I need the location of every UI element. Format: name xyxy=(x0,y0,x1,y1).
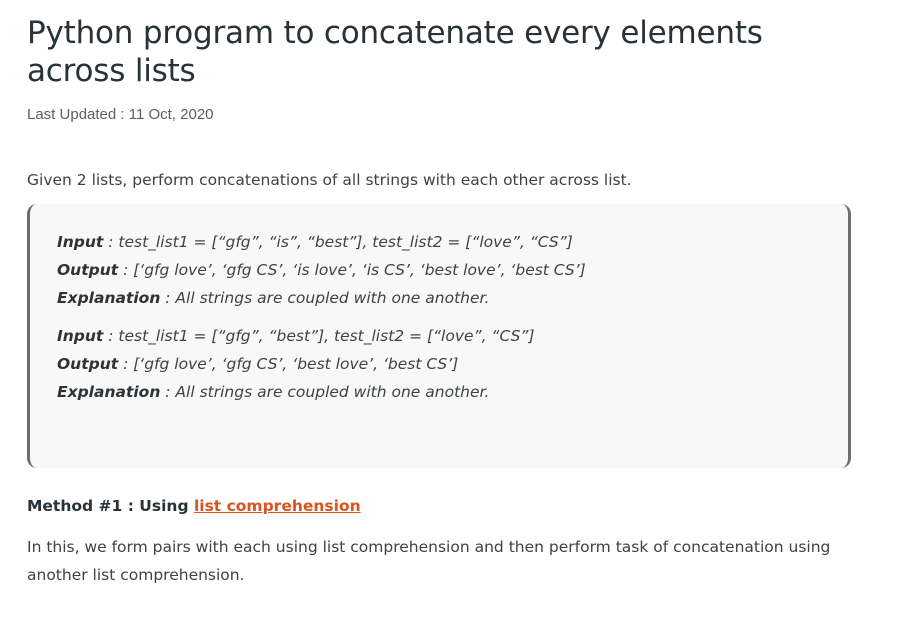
example-1-output: Output : [‘gfg love’, ‘gfg CS’, ‘is love… xyxy=(57,261,586,279)
example-1-input: Input : test_list1 = [“gfg”, “is”, “best… xyxy=(57,233,573,251)
intro-text: Given 2 lists, perform concatenations of… xyxy=(27,171,632,189)
example-2-explanation: Explanation : All strings are coupled wi… xyxy=(57,383,489,401)
example-2-output: Output : [‘gfg love’, ‘gfg CS’, ‘best lo… xyxy=(57,355,458,373)
explanation-value: : All strings are coupled with one anoth… xyxy=(160,383,490,401)
method-heading: Method #1 : Using list comprehension xyxy=(27,497,361,515)
method-prefix: Method #1 : Using xyxy=(27,497,194,515)
example-box: Input : test_list1 = [“gfg”, “is”, “best… xyxy=(27,204,851,468)
explanation-label: Explanation xyxy=(57,289,161,307)
last-updated: Last Updated : 11 Oct, 2020 xyxy=(27,106,214,123)
list-comprehension-link[interactable]: list comprehension xyxy=(194,497,361,515)
example-1-explanation: Explanation : All strings are coupled wi… xyxy=(57,289,489,307)
method-description: In this, we form pairs with each using l… xyxy=(27,538,831,584)
example-2-input: Input : test_list1 = [“gfg”, “best”], te… xyxy=(57,327,535,345)
explanation-value: : All strings are coupled with one anoth… xyxy=(160,289,490,307)
input-label: Input xyxy=(57,327,104,345)
input-value: : test_list1 = [“gfg”, “best”], test_lis… xyxy=(103,327,535,345)
explanation-label: Explanation xyxy=(57,383,161,401)
input-label: Input xyxy=(57,233,104,251)
output-label: Output xyxy=(57,261,119,279)
output-value: : [‘gfg love’, ‘gfg CS’, ‘is love’, ‘is … xyxy=(118,261,586,279)
output-value: : [‘gfg love’, ‘gfg CS’, ‘best love’, ‘b… xyxy=(118,355,459,373)
input-value: : test_list1 = [“gfg”, “is”, “best”], te… xyxy=(103,233,573,251)
output-label: Output xyxy=(57,355,119,373)
article-page: Python program to concatenate every elem… xyxy=(0,0,897,618)
article-title: Python program to concatenate every elem… xyxy=(27,15,763,89)
